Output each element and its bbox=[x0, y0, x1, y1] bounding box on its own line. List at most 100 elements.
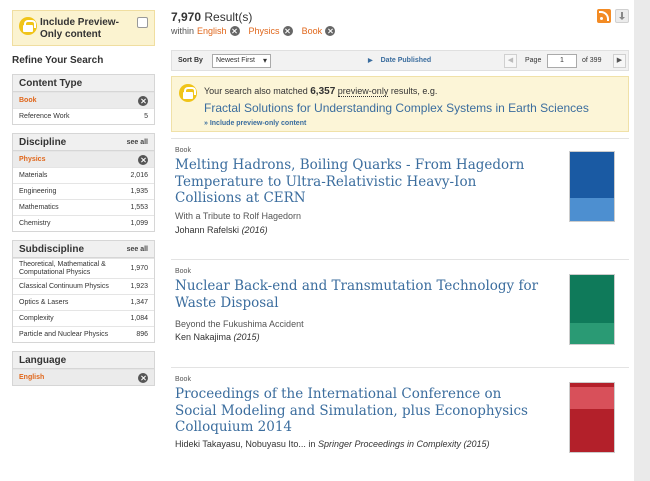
download-icon[interactable] bbox=[615, 9, 629, 23]
result-subtitle: With a Tribute to Rolf Hagedorn bbox=[175, 211, 302, 221]
lock-icon bbox=[179, 84, 197, 102]
page-input[interactable]: 1 bbox=[547, 54, 577, 68]
author-names[interactable]: Johann Rafelski bbox=[175, 225, 239, 235]
facet-item-particle-nuclear[interactable]: Particle and Nuclear Physics 896 bbox=[13, 326, 154, 342]
date-published-toggle[interactable]: Date Published bbox=[368, 57, 432, 64]
facet-item-count: 1,347 bbox=[130, 299, 148, 306]
facet-title: Subdiscipline bbox=[19, 243, 85, 255]
remove-filter-icon[interactable] bbox=[282, 26, 293, 36]
facet-item-mathematics[interactable]: Mathematics 1,553 bbox=[13, 199, 154, 215]
notice-preview-only: preview-only bbox=[337, 86, 389, 97]
facet-item-count: 1,099 bbox=[130, 220, 148, 227]
facet-selected-english[interactable]: English bbox=[13, 369, 154, 385]
facet-item-label: Reference Work bbox=[19, 113, 70, 120]
facet-item-classical-continuum[interactable]: Classical Continuum Physics 1,923 bbox=[13, 278, 154, 294]
result-title-link[interactable]: Nuclear Back-end and Transmutation Techn… bbox=[175, 278, 545, 311]
preview-example-link[interactable]: Fractal Solutions for Understanding Comp… bbox=[204, 101, 589, 115]
preview-notice-text: Your search also matched 6,357 preview-o… bbox=[204, 86, 437, 97]
facet-item-complexity[interactable]: Complexity 1,084 bbox=[13, 310, 154, 326]
facet-item-engineering[interactable]: Engineering 1,935 bbox=[13, 183, 154, 199]
book-cover[interactable] bbox=[569, 382, 615, 453]
facet-discipline: Discipline see all Physics Materials 2,0… bbox=[12, 133, 155, 232]
facet-title: Discipline bbox=[19, 136, 67, 148]
result-title-link[interactable]: Melting Hadrons, Boiling Quarks - From H… bbox=[175, 157, 545, 207]
active-filter-physics[interactable]: Physics bbox=[249, 26, 280, 36]
facet-item-theoretical-physics[interactable]: Theoretical, Mathematical & Computationa… bbox=[13, 258, 154, 278]
active-filter-book[interactable]: Book bbox=[302, 26, 323, 36]
include-preview-only-box[interactable]: Include Preview-Only content bbox=[12, 10, 155, 46]
remove-filter-icon[interactable] bbox=[325, 26, 336, 36]
facet-item-reference-work[interactable]: Reference Work 5 bbox=[13, 108, 154, 124]
facet-item-count: 896 bbox=[136, 331, 148, 338]
cover-image bbox=[570, 387, 614, 409]
facet-header: Language bbox=[13, 352, 154, 369]
result-item: Book Melting Hadrons, Boiling Quarks - F… bbox=[171, 138, 629, 259]
in-label: in bbox=[308, 439, 316, 449]
preview-only-notice: Your search also matched 6,357 preview-o… bbox=[171, 76, 629, 132]
include-preview-only-checkbox[interactable] bbox=[137, 17, 148, 28]
result-authors: Ken Nakajima (2015) bbox=[175, 332, 260, 342]
facet-item-materials[interactable]: Materials 2,016 bbox=[13, 167, 154, 183]
facet-selected-book[interactable]: Book bbox=[13, 92, 154, 108]
facet-item-count: 1,923 bbox=[130, 283, 148, 290]
notice-count: 6,357 bbox=[310, 86, 336, 97]
facet-item-label: Optics & Lasers bbox=[19, 299, 69, 306]
facet-item-label: Complexity bbox=[19, 315, 54, 322]
result-year: (2015) bbox=[233, 332, 260, 342]
facet-item-count: 1,970 bbox=[130, 264, 148, 272]
active-filters: within English Physics Book bbox=[171, 26, 341, 36]
cover-image bbox=[570, 323, 614, 344]
sort-bar: Sort By Newest First Date Published ◀ Pa… bbox=[171, 50, 629, 71]
see-all-link[interactable]: see all bbox=[127, 139, 148, 146]
result-type: Book bbox=[175, 268, 191, 275]
facet-item-count: 1,084 bbox=[130, 315, 148, 322]
next-page-button[interactable]: ▶ bbox=[613, 54, 626, 68]
see-all-link[interactable]: see all bbox=[127, 246, 148, 253]
facet-language: Language English bbox=[12, 351, 155, 386]
active-filter-english[interactable]: English bbox=[197, 26, 227, 36]
result-title-link[interactable]: Proceedings of the International Confere… bbox=[175, 386, 545, 436]
notice-prefix: Your search also matched bbox=[204, 86, 308, 96]
notice-suffix: results, e.g. bbox=[390, 86, 438, 96]
result-count-number: 7,970 bbox=[171, 10, 202, 24]
facet-item-count: 2,016 bbox=[130, 172, 148, 179]
remove-filter-icon[interactable] bbox=[229, 26, 240, 36]
result-series[interactable]: Springer Proceedings in Complexity (2015… bbox=[318, 439, 490, 449]
prev-page-button[interactable]: ◀ bbox=[504, 54, 517, 68]
facet-item-optics-lasers[interactable]: Optics & Lasers 1,347 bbox=[13, 294, 154, 310]
lock-icon bbox=[19, 17, 37, 35]
facet-selected-physics[interactable]: Physics bbox=[13, 151, 154, 167]
remove-filter-icon[interactable] bbox=[138, 154, 148, 165]
book-cover[interactable] bbox=[569, 274, 615, 345]
facet-item-label: Theoretical, Mathematical & Computationa… bbox=[19, 260, 106, 276]
facet-subdiscipline: Subdiscipline see all Theoretical, Mathe… bbox=[12, 240, 155, 343]
result-authors: Johann Rafelski (2016) bbox=[175, 225, 268, 235]
facet-item-label: Materials bbox=[19, 172, 48, 179]
include-preview-link[interactable]: » Include preview-only content bbox=[204, 120, 306, 127]
within-label: within bbox=[171, 26, 195, 36]
author-names[interactable]: Ken Nakajima bbox=[175, 332, 231, 342]
result-authors: Hideki Takayasu, Nobuyasu Ito... in Spri… bbox=[175, 439, 490, 449]
result-item: Book Proceedings of the International Co… bbox=[171, 367, 629, 481]
facet-title: Content Type bbox=[19, 77, 83, 89]
facet-item-label: Book bbox=[19, 97, 37, 104]
facet-item-label: English bbox=[19, 374, 45, 381]
sort-select[interactable]: Newest First bbox=[212, 54, 271, 68]
refine-search-title: Refine Your Search bbox=[12, 55, 104, 66]
facet-title: Language bbox=[19, 354, 67, 366]
remove-filter-icon[interactable] bbox=[138, 95, 148, 106]
cover-image bbox=[570, 198, 614, 221]
facet-item-chemistry[interactable]: Chemistry 1,099 bbox=[13, 215, 154, 231]
facet-header: Discipline see all bbox=[13, 134, 154, 151]
facet-item-count: 5 bbox=[144, 113, 148, 120]
facet-header: Content Type bbox=[13, 75, 154, 92]
book-cover[interactable] bbox=[569, 151, 615, 222]
result-type: Book bbox=[175, 147, 191, 154]
rss-icon[interactable] bbox=[597, 9, 611, 23]
remove-filter-icon[interactable] bbox=[138, 372, 148, 383]
page-total: of 399 bbox=[582, 57, 602, 64]
facet-header: Subdiscipline see all bbox=[13, 241, 154, 258]
result-year: (2016) bbox=[241, 225, 268, 235]
author-names[interactable]: Hideki Takayasu, Nobuyasu Ito... bbox=[175, 439, 306, 449]
facet-item-label: Physics bbox=[19, 156, 46, 163]
